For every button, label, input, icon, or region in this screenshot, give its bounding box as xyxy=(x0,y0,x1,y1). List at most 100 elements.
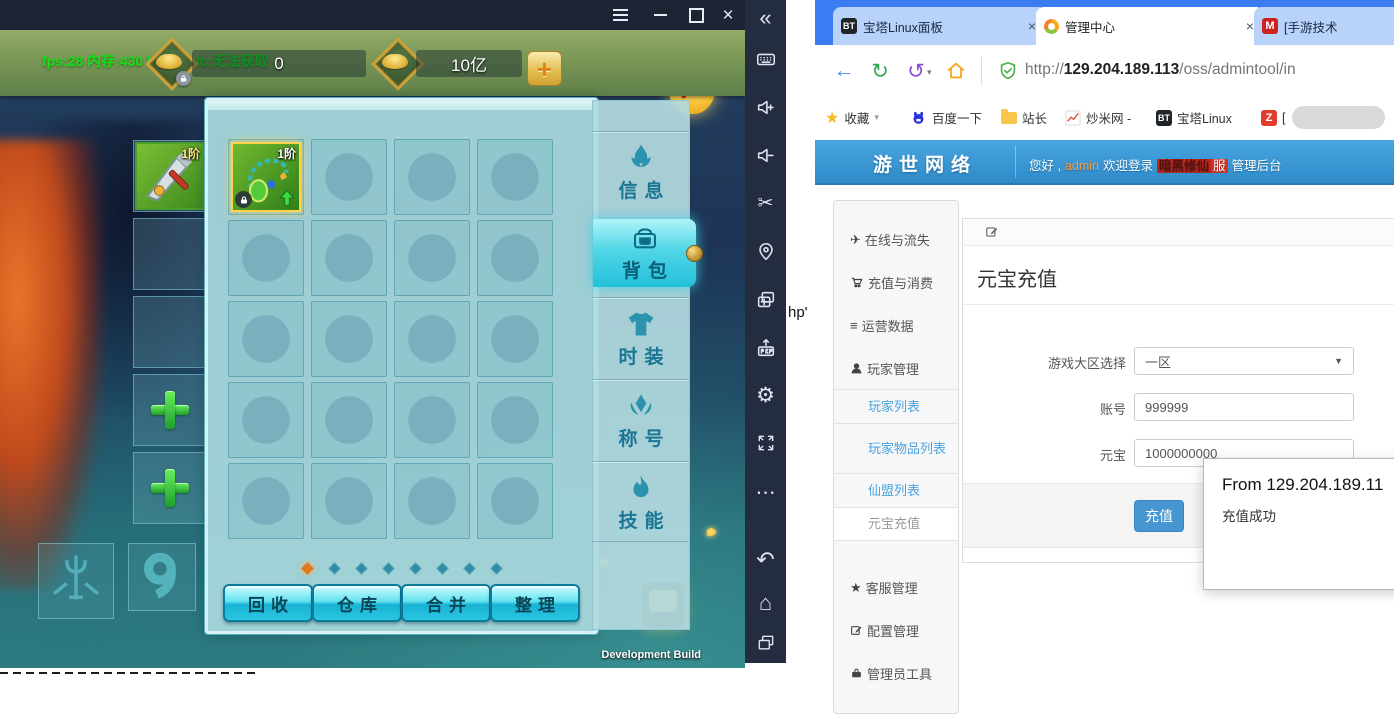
back-icon[interactable]: ← xyxy=(831,58,857,84)
menu-admin-tools[interactable]: 管理员工具 xyxy=(834,652,958,695)
submenu-guild-list[interactable]: 仙盟列表 xyxy=(834,473,958,507)
inventory-slot[interactable] xyxy=(394,463,470,539)
inventory-slot[interactable] xyxy=(477,301,553,377)
multi-window-icon[interactable] xyxy=(745,285,786,315)
merge-button[interactable]: 合并 xyxy=(401,584,491,622)
recycle-button[interactable]: 回收 xyxy=(223,584,313,622)
page-dot[interactable] xyxy=(355,562,368,575)
site-security-shield-icon[interactable] xyxy=(997,59,1019,83)
inventory-slot[interactable] xyxy=(228,463,304,539)
menu-icon[interactable] xyxy=(608,6,632,24)
settings-gear-icon[interactable]: ⚙ xyxy=(745,380,786,410)
tab-info[interactable]: 信息 xyxy=(593,131,689,212)
pet-button[interactable] xyxy=(38,543,114,619)
menu-config-management[interactable]: 配置管理 xyxy=(834,609,958,652)
page-dot[interactable] xyxy=(436,562,449,575)
submenu-player-items[interactable]: 玩家物品列表 xyxy=(834,423,958,473)
inventory-slot[interactable] xyxy=(394,220,470,296)
menu-player-management[interactable]: 玩家管理 xyxy=(834,347,958,390)
browser-tab-admin-center[interactable]: 管理中心 × xyxy=(1036,7,1264,45)
spirit-button[interactable] xyxy=(128,543,196,611)
menu-online-churn[interactable]: ✈ 在线与流失 xyxy=(834,218,958,261)
maximize-button[interactable] xyxy=(684,6,708,24)
inventory-slot[interactable] xyxy=(228,220,304,296)
inventory-slot[interactable] xyxy=(477,463,553,539)
browser-tab-mobile-game[interactable]: M [手游技术 xyxy=(1254,7,1394,45)
inventory-slot[interactable]: 1阶 xyxy=(228,139,304,215)
inventory-slot[interactable] xyxy=(228,301,304,377)
inventory-slot[interactable] xyxy=(477,382,553,458)
minimize-button[interactable] xyxy=(648,6,672,24)
equip-slot-empty[interactable] xyxy=(133,296,207,368)
browser-tab-baota[interactable]: BT 宝塔Linux面板 × xyxy=(833,7,1046,45)
inventory-slot[interactable] xyxy=(311,139,387,215)
address-bar[interactable]: http://129.204.189.113/oss/admintool/in xyxy=(1025,61,1296,79)
necklace-item[interactable]: 1阶 xyxy=(231,142,301,212)
account-label: 账号 xyxy=(1100,399,1126,418)
page-dot[interactable] xyxy=(382,562,395,575)
volume-up-icon[interactable] xyxy=(745,92,786,122)
equip-slot-add[interactable] xyxy=(133,452,207,524)
equip-slot-empty[interactable] xyxy=(133,218,207,290)
page-dot[interactable] xyxy=(409,562,422,575)
menu-operation-data[interactable]: ≡ 运营数据 xyxy=(834,304,958,347)
equipped-sword-item[interactable]: 1阶 xyxy=(135,142,205,210)
inventory-slot[interactable] xyxy=(394,139,470,215)
edit-square-icon[interactable] xyxy=(985,225,999,239)
inventory-slot[interactable] xyxy=(311,301,387,377)
account-input[interactable] xyxy=(1134,393,1354,421)
inventory-slot[interactable] xyxy=(311,382,387,458)
screenshot-scissors-icon[interactable]: ✂ xyxy=(745,188,786,218)
equip-slot-add[interactable] xyxy=(133,374,207,446)
bookmark-favorites[interactable]: ★ 收藏 ▾ xyxy=(825,97,879,138)
popup-message: 充值成功 xyxy=(1222,505,1276,525)
inventory-slot[interactable] xyxy=(394,301,470,377)
tab-backpack[interactable]: 背包 xyxy=(593,219,696,287)
equip-slot-weapon[interactable]: 1阶 xyxy=(133,140,207,212)
warehouse-button[interactable]: 仓库 xyxy=(312,584,402,622)
menu-recharge-consume[interactable]: 充值与消费 xyxy=(834,261,958,304)
submenu-ingot-recharge[interactable]: 元宝充值 xyxy=(834,507,958,541)
more-icon[interactable]: ⋯ xyxy=(745,477,786,507)
home-icon[interactable] xyxy=(943,58,969,84)
add-currency-button[interactable]: + xyxy=(527,51,562,86)
backpack-panel: 1阶 xyxy=(205,98,598,634)
sort-button[interactable]: 整理 xyxy=(490,584,580,622)
volume-down-icon[interactable] xyxy=(745,140,786,170)
bookmark-baota-linux[interactable]: BT 宝塔Linux xyxy=(1156,97,1232,138)
location-icon[interactable] xyxy=(745,237,786,267)
region-select[interactable]: 一区 ▼ xyxy=(1134,347,1354,375)
bookmark-z[interactable]: Z [ xyxy=(1261,97,1285,138)
bookmark-chaomi[interactable]: 炒米网 - xyxy=(1065,97,1131,138)
submenu-player-list[interactable]: 玩家列表 xyxy=(834,389,958,423)
inventory-slot[interactable] xyxy=(394,382,470,458)
tab-fashion[interactable]: 时装 xyxy=(593,297,689,378)
page-dot[interactable] xyxy=(328,562,341,575)
bookmark-zhanzhang[interactable]: 站长 xyxy=(1001,97,1047,138)
apk-install-icon[interactable] xyxy=(745,333,786,363)
inventory-slot[interactable] xyxy=(477,139,553,215)
back-nav-icon[interactable]: ↶ xyxy=(745,545,786,575)
refresh-icon[interactable]: ↻ xyxy=(867,58,893,84)
inventory-slot[interactable] xyxy=(228,382,304,458)
page-dot-active[interactable] xyxy=(301,562,314,575)
menu-customer-service[interactable]: ★ 客服管理 xyxy=(834,566,958,609)
bookmark-baidu[interactable]: 百度一下 xyxy=(910,97,982,138)
inventory-slot[interactable] xyxy=(477,220,553,296)
keyboard-icon[interactable] xyxy=(745,44,786,74)
recent-apps-icon[interactable] xyxy=(745,628,786,658)
collapse-sidebar-icon[interactable]: « xyxy=(745,3,786,33)
page-dot[interactable] xyxy=(490,562,503,575)
inventory-slot[interactable] xyxy=(311,220,387,296)
fullscreen-icon[interactable] xyxy=(745,428,786,458)
undo-caret-icon[interactable]: ▾ xyxy=(927,67,932,78)
tab-skills[interactable]: 技能 xyxy=(593,461,689,542)
home-nav-icon[interactable]: ⌂ xyxy=(745,588,786,618)
undo-icon[interactable]: ↺ xyxy=(903,58,929,84)
inventory-slot[interactable] xyxy=(311,463,387,539)
briefcase-icon xyxy=(850,667,863,680)
recharge-submit-button[interactable]: 充值 xyxy=(1134,500,1184,532)
tab-title[interactable]: 称号 xyxy=(593,379,689,460)
page-dot[interactable] xyxy=(463,562,476,575)
close-button[interactable]: × xyxy=(716,6,740,24)
